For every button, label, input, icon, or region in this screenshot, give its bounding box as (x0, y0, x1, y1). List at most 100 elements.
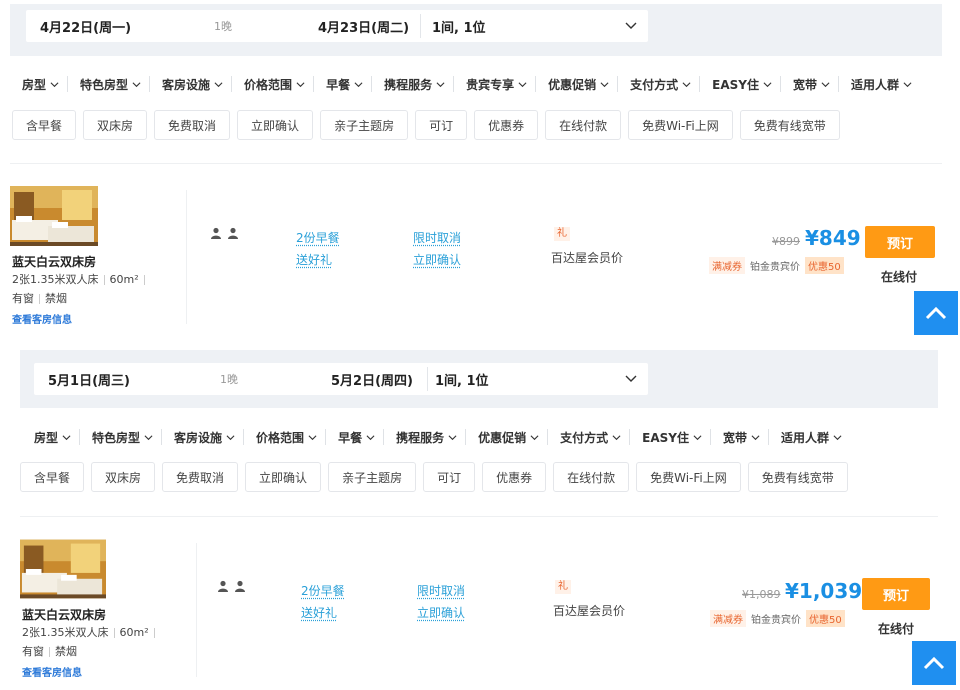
coupon-badge: 满减券 (709, 257, 745, 274)
occupancy (217, 580, 246, 592)
filter-audience[interactable]: 适用人群 (768, 429, 850, 445)
gift-info[interactable]: 送好礼 (296, 249, 340, 271)
filter-promotion[interactable]: 优惠促销 (465, 429, 547, 445)
filter-label: 适用人群 (781, 429, 829, 446)
filter-breakfast[interactable]: 早餐 (313, 76, 371, 92)
filter-price-range[interactable]: 价格范围 (231, 76, 313, 92)
room-features: 有窗 禁烟 (22, 643, 77, 659)
book-button[interactable]: 预订 (865, 226, 935, 258)
meal-col: 2份早餐 送好礼 (301, 580, 345, 624)
tag-wired-broadband[interactable]: 免费有线宽带 (740, 110, 840, 140)
breakfast-info[interactable]: 2份早餐 (301, 580, 345, 602)
person-icon (234, 580, 246, 592)
tag-free-cancel[interactable]: 免费取消 (154, 110, 230, 140)
divider (420, 14, 421, 38)
tag-family-room[interactable]: 亲子主题房 (328, 462, 416, 492)
tag-instant-confirm[interactable]: 立即确认 (237, 110, 313, 140)
coupon-badge: 满减券 (710, 610, 746, 627)
divider (186, 190, 187, 324)
filter-ctrip-service[interactable]: 携程服务 (383, 429, 465, 445)
chevron-down-icon (226, 433, 235, 442)
chevron-down-icon (214, 80, 223, 89)
filter-label: 客房设施 (162, 76, 210, 93)
chevron-down-icon (903, 80, 912, 89)
tag-twin-room[interactable]: 双床房 (91, 462, 155, 492)
tag-coupon[interactable]: 优惠券 (474, 110, 538, 140)
room-info-link[interactable]: 查看客房信息 (12, 311, 72, 326)
back-to-top-button[interactable] (912, 641, 956, 685)
tag-available[interactable]: 可订 (415, 110, 467, 140)
member-badge: 铂金贵宾价 (748, 257, 802, 274)
chevron-down-icon[interactable] (624, 371, 638, 385)
filter-facilities[interactable]: 客房设施 (161, 429, 243, 445)
checkout-date[interactable]: 5月2日(周四) (331, 370, 413, 389)
filter-payment[interactable]: 支付方式 (547, 429, 629, 445)
chevron-down-icon (354, 80, 363, 89)
date-selector[interactable]: 4月22日(周一) 1晚 4月23日(周二) 1间, 1位 (26, 10, 648, 42)
cancel-policy[interactable]: 限时取消 (413, 227, 461, 249)
tag-free-cancel[interactable]: 免费取消 (162, 462, 238, 492)
smoking-info: 禁烟 (45, 292, 67, 305)
gift-info[interactable]: 送好礼 (301, 602, 345, 624)
back-to-top-button[interactable] (914, 291, 958, 335)
tag-wired-broadband[interactable]: 免费有线宽带 (748, 462, 848, 492)
filter-price-range[interactable]: 价格范围 (243, 429, 325, 445)
tag-family-room[interactable]: 亲子主题房 (320, 110, 408, 140)
room-name[interactable]: 蓝天白云双床房 (22, 606, 106, 623)
tag-twin-room[interactable]: 双床房 (83, 110, 147, 140)
room-row: 蓝天白云双床房 2张1.35米双人床 60m² 有窗 禁烟 查看客房信息 2份早餐 … (20, 535, 960, 680)
book-button[interactable]: 预订 (862, 578, 930, 610)
chevron-down-icon (693, 433, 702, 442)
chevron-down-icon[interactable] (624, 18, 638, 32)
filter-label: 客房设施 (174, 429, 222, 446)
tag-free-wifi[interactable]: 免费Wi-Fi上网 (636, 462, 741, 492)
tag-free-wifi[interactable]: 免费Wi-Fi上网 (628, 110, 733, 140)
room-guest-selector[interactable]: 1间, 1位 (435, 370, 489, 389)
room-info-link[interactable]: 查看客房信息 (22, 664, 82, 679)
confirm-policy[interactable]: 立即确认 (413, 249, 461, 271)
filter-facilities[interactable]: 客房设施 (149, 76, 231, 92)
filter-room-type[interactable]: 房型 (24, 429, 79, 445)
tag-online-pay[interactable]: 在线付款 (545, 110, 621, 140)
filter-label: 支付方式 (560, 429, 608, 446)
filter-special-room[interactable]: 特色房型 (67, 76, 149, 92)
filter-audience[interactable]: 适用人群 (838, 76, 920, 92)
tag-online-pay[interactable]: 在线付款 (553, 462, 629, 492)
tag-breakfast[interactable]: 含早餐 (12, 110, 76, 140)
confirm-policy[interactable]: 立即确认 (417, 602, 465, 624)
tag-instant-confirm[interactable]: 立即确认 (245, 462, 321, 492)
filter-vip[interactable]: 贵宾专享 (453, 76, 535, 92)
tag-available[interactable]: 可订 (423, 462, 475, 492)
member-price-label: 百达屋会员价 (553, 602, 625, 619)
cancel-policy[interactable]: 限时取消 (417, 580, 465, 602)
breakfast-info[interactable]: 2份早餐 (296, 227, 340, 249)
room-guest-selector[interactable]: 1间, 1位 (432, 17, 486, 36)
filter-room-type[interactable]: 房型 (12, 76, 67, 92)
checkout-date[interactable]: 4月23日(周二) (318, 17, 409, 36)
room-name[interactable]: 蓝天白云双床房 (12, 253, 96, 270)
filter-promotion[interactable]: 优惠促销 (535, 76, 617, 92)
filter-breakfast[interactable]: 早餐 (325, 429, 383, 445)
divider (144, 275, 145, 285)
filter-label: 携程服务 (384, 76, 432, 93)
filter-broadband[interactable]: 宽带 (710, 429, 768, 445)
tag-breakfast[interactable]: 含早餐 (20, 462, 84, 492)
gift-badge: 礼 (554, 227, 570, 241)
room-thumbnail[interactable] (20, 539, 106, 599)
person-icon (210, 227, 222, 239)
filter-easy-stay[interactable]: EASY住 (629, 429, 710, 445)
filter-ctrip-service[interactable]: 携程服务 (371, 76, 453, 92)
filter-label: 贵宾专享 (466, 76, 514, 93)
filter-special-room[interactable]: 特色房型 (79, 429, 161, 445)
room-beds: 2张1.35米双人床 60m² (22, 624, 160, 640)
room-thumbnail[interactable] (10, 186, 98, 246)
checkin-date[interactable]: 4月22日(周一) (40, 17, 131, 36)
chevron-down-icon (132, 80, 141, 89)
filter-easy-stay[interactable]: EASY住 (699, 76, 780, 92)
tag-coupon[interactable]: 优惠券 (482, 462, 546, 492)
date-selector[interactable]: 5月1日(周三) 1晚 5月2日(周四) 1间, 1位 (34, 363, 648, 395)
checkin-date[interactable]: 5月1日(周三) (48, 370, 130, 389)
filter-broadband[interactable]: 宽带 (780, 76, 838, 92)
filter-payment[interactable]: 支付方式 (617, 76, 699, 92)
chevron-down-icon (530, 433, 539, 442)
